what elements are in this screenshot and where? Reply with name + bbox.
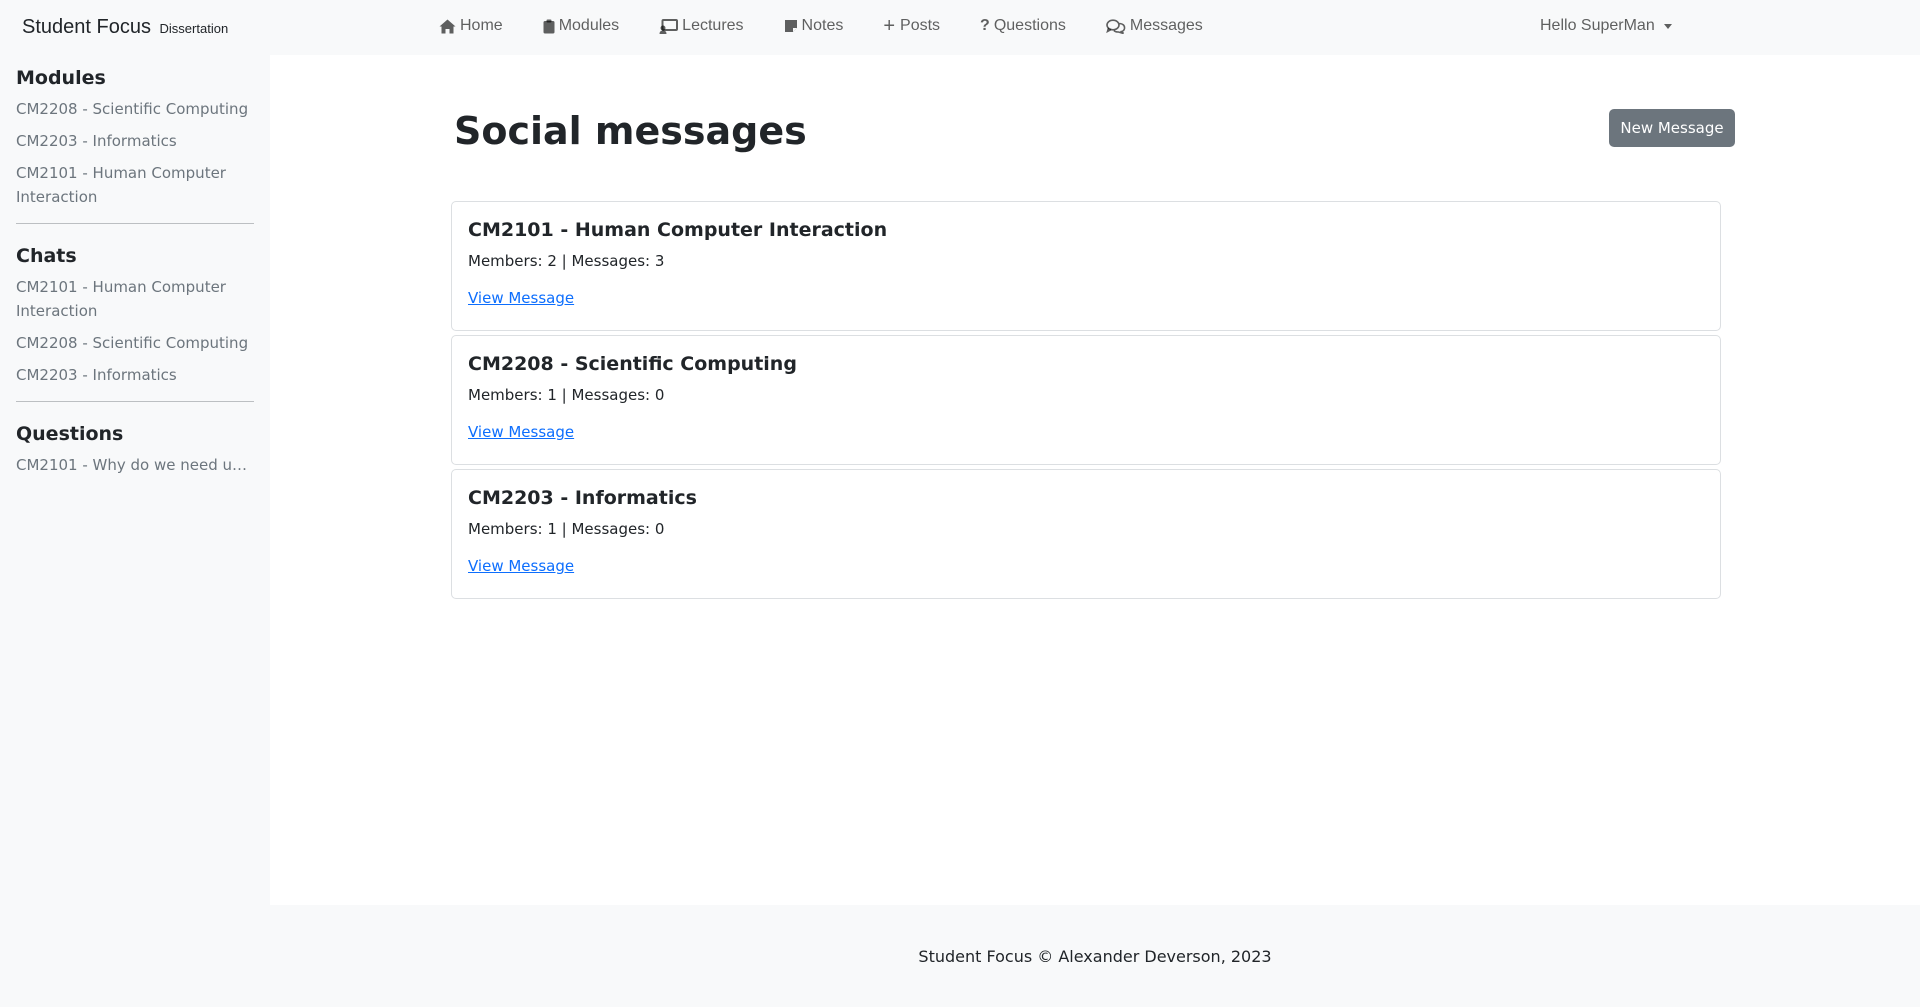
user-greeting: Hello SuperMan xyxy=(1540,17,1655,34)
nav-home-label: Home xyxy=(460,17,503,34)
chat-card-title: CM2203 - Informatics xyxy=(468,487,697,509)
chat-card-meta: Members: 2 | Messages: 3 xyxy=(468,252,665,270)
view-message-link[interactable]: View Message xyxy=(468,557,574,575)
sidebar-divider xyxy=(16,223,254,224)
footer: Student Focus © Alexander Deverson, 2023 xyxy=(0,905,1920,1007)
chat-bubbles-icon xyxy=(1106,18,1126,34)
view-message-link[interactable]: View Message xyxy=(468,289,574,307)
chat-card-title: CM2208 - Scientific Computing xyxy=(468,353,797,375)
new-message-button[interactable]: New Message xyxy=(1609,109,1735,147)
nav-notes[interactable]: Notes xyxy=(784,17,844,35)
chat-card: CM2101 - Human Computer Interaction Memb… xyxy=(451,201,1721,331)
top-navbar: Student Focus Dissertation Home Modules … xyxy=(0,0,1920,55)
clipboard-icon xyxy=(543,19,555,33)
nav-modules[interactable]: Modules xyxy=(543,17,619,35)
home-icon xyxy=(439,19,456,33)
sidebar-divider xyxy=(16,401,254,402)
page-title: Social messages xyxy=(454,109,807,153)
brand-subtitle: Dissertation xyxy=(159,21,229,36)
chat-card-meta: Members: 1 | Messages: 0 xyxy=(468,386,665,404)
main-content: Social messages New Message CM2101 - Hum… xyxy=(270,55,1920,905)
sidebar-chat-item[interactable]: CM2101 - Human Computer Interaction xyxy=(16,275,254,323)
sidebar-questions-heading: Questions xyxy=(16,423,124,445)
brand-title: Student Focus xyxy=(22,16,151,38)
sidebar-modules-heading: Modules xyxy=(16,67,106,89)
nav-posts[interactable]: + Posts xyxy=(883,15,941,37)
presentation-icon xyxy=(659,18,679,34)
user-dropdown[interactable]: Hello SuperMan xyxy=(1540,17,1672,35)
chat-card: CM2208 - Scientific Computing Members: 1… xyxy=(451,335,1721,465)
nav-questions-label: Questions xyxy=(993,17,1066,34)
nav-messages-label: Messages xyxy=(1129,17,1203,34)
sidebar-chat-item[interactable]: CM2208 - Scientific Computing xyxy=(16,331,254,355)
chat-card-title: CM2101 - Human Computer Interaction xyxy=(468,219,888,241)
nav-lectures-label: Lectures xyxy=(682,17,744,34)
sticky-note-icon xyxy=(784,20,797,32)
nav-messages[interactable]: Messages xyxy=(1106,17,1203,35)
sidebar-chat-item[interactable]: CM2203 - Informatics xyxy=(16,363,254,387)
sidebar-module-item[interactable]: CM2203 - Informatics xyxy=(16,129,254,153)
sidebar-module-item[interactable]: CM2101 - Human Computer Interaction xyxy=(16,161,254,209)
nav-lectures[interactable]: Lectures xyxy=(659,17,744,35)
footer-copyright: Student Focus © Alexander Deverson, 2023 xyxy=(918,947,1272,966)
sidebar: Modules CM2208 - Scientific Computing CM… xyxy=(0,55,270,905)
sidebar-question-item[interactable]: CM2101 - Why do we need use... xyxy=(16,453,254,477)
view-message-link[interactable]: View Message xyxy=(468,423,574,441)
brand[interactable]: Student Focus Dissertation xyxy=(22,16,228,39)
nav-links: Home Modules Lectures Notes + Posts ? Qu… xyxy=(439,15,1243,37)
chat-card: CM2203 - Informatics Members: 1 | Messag… xyxy=(451,469,1721,599)
nav-notes-label: Notes xyxy=(801,17,844,34)
plus-icon: + xyxy=(883,15,896,37)
chat-list: CM2101 - Human Computer Interaction Memb… xyxy=(451,201,1721,603)
chat-card-meta: Members: 1 | Messages: 0 xyxy=(468,520,665,538)
sidebar-module-item[interactable]: CM2208 - Scientific Computing xyxy=(16,97,254,121)
nav-questions[interactable]: ? Questions xyxy=(980,17,1066,35)
caret-down-icon xyxy=(1663,23,1672,29)
nav-home[interactable]: Home xyxy=(439,17,503,35)
question-icon: ? xyxy=(980,17,990,34)
nav-modules-label: Modules xyxy=(558,17,620,34)
nav-posts-label: Posts xyxy=(900,17,941,34)
sidebar-chats-heading: Chats xyxy=(16,245,77,267)
